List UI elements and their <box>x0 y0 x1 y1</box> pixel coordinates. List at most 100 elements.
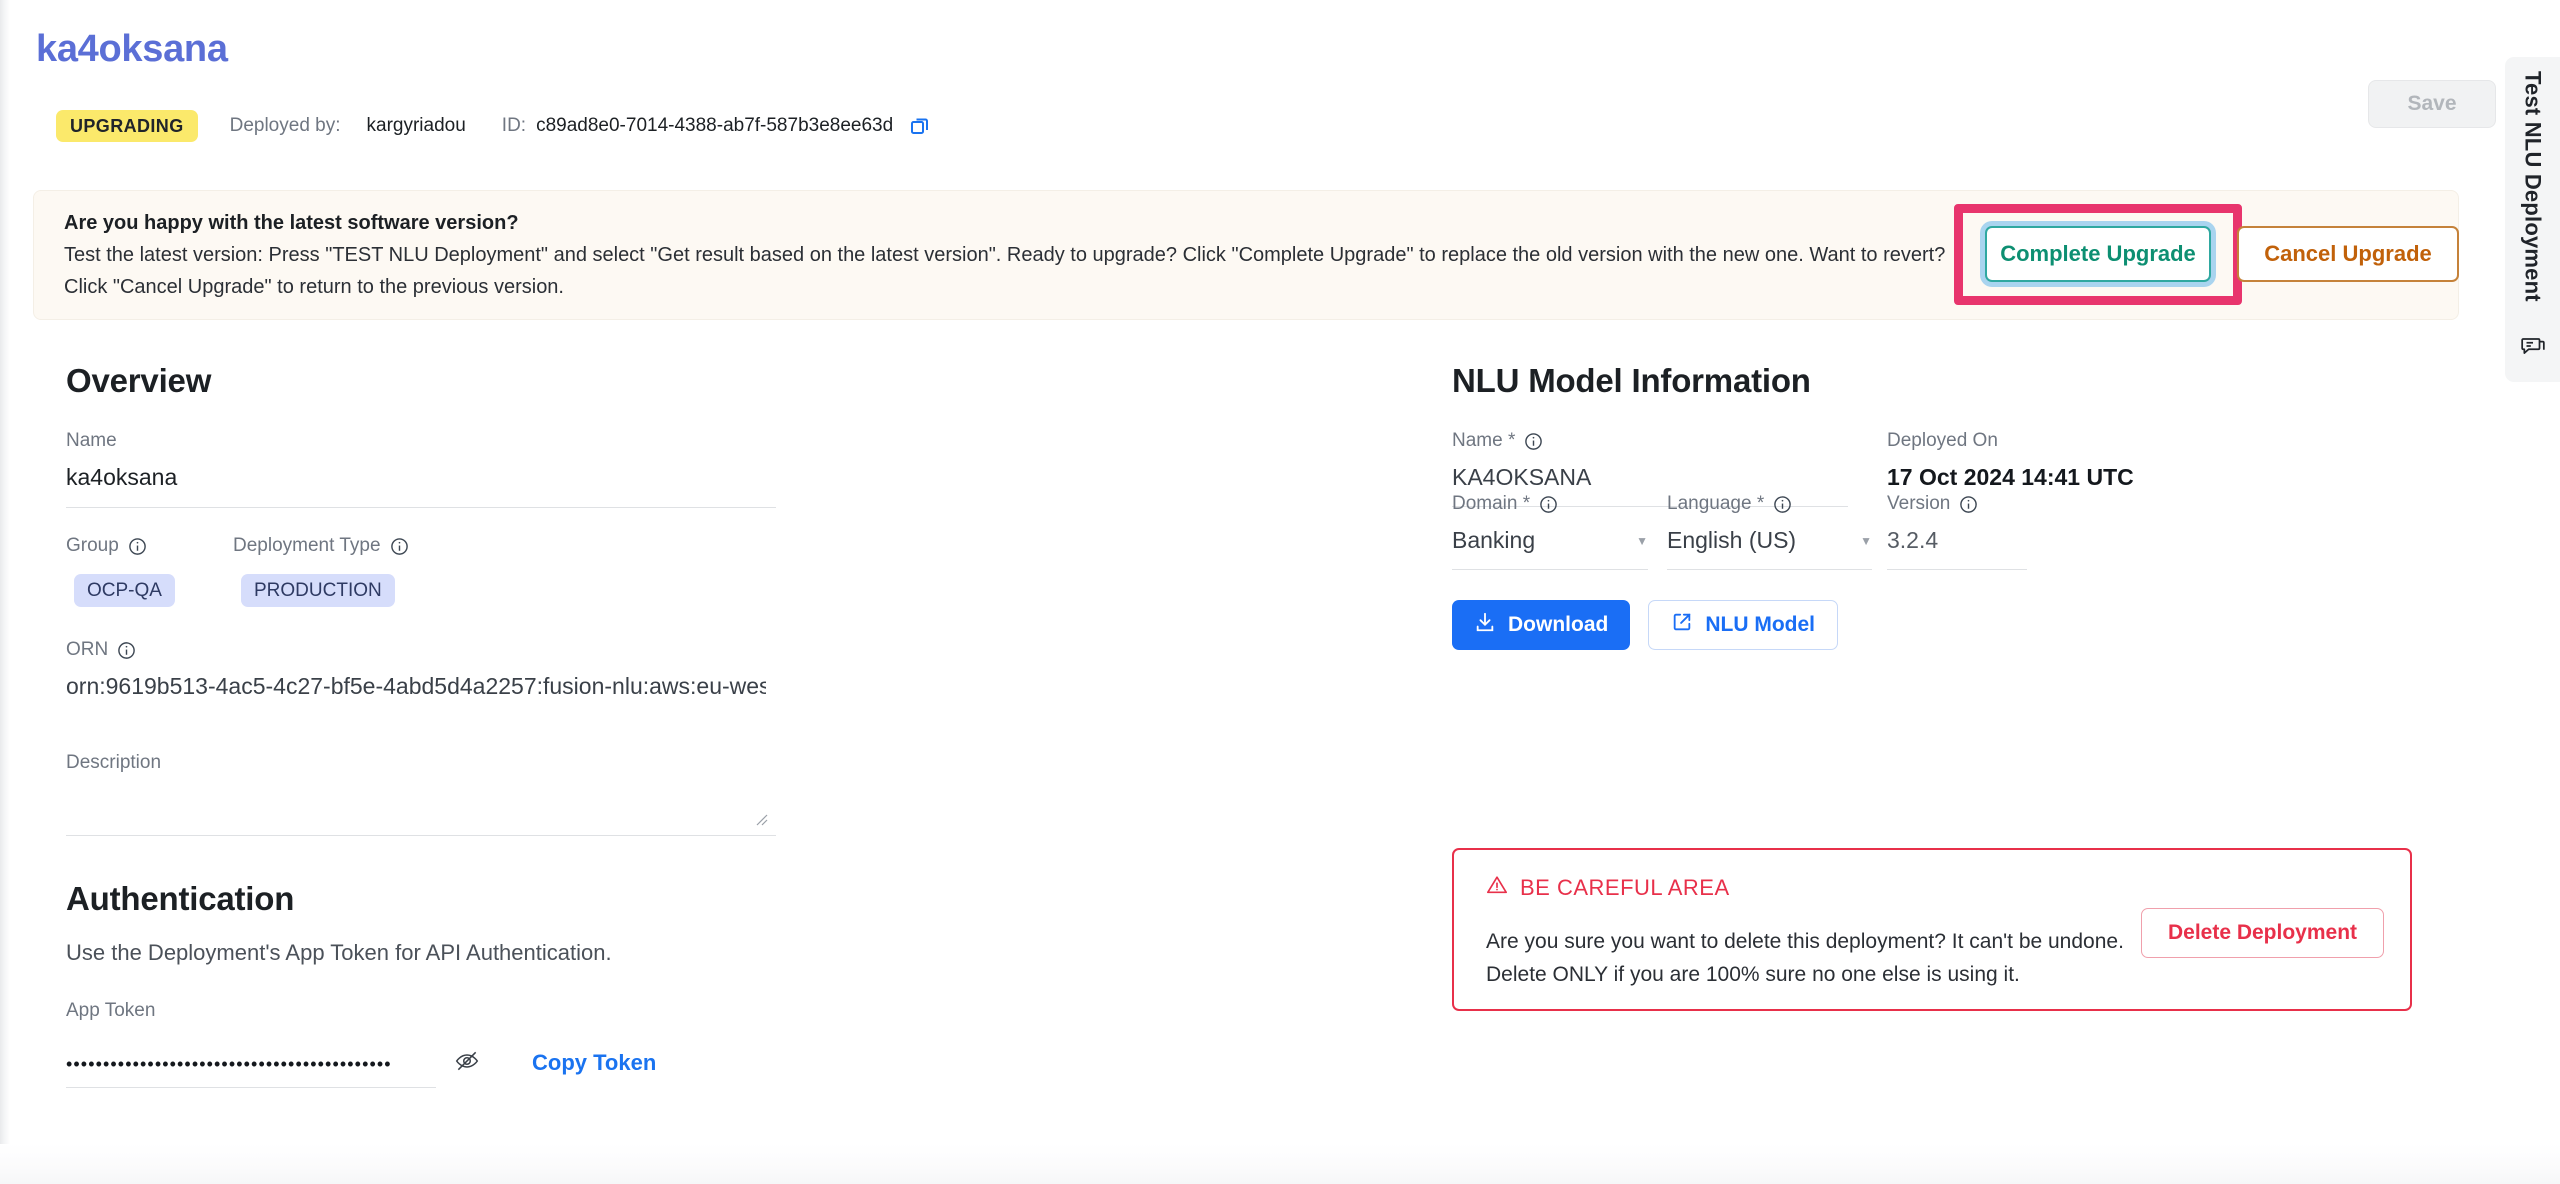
eye-off-icon[interactable] <box>454 1048 480 1074</box>
nlu-heading: NLU Model Information <box>1452 362 1811 399</box>
upgrade-banner-text: Are you happy with the latest software v… <box>64 208 1945 303</box>
deployed-on-field: Deployed On 17 Oct 2024 14:41 UTC <box>1887 430 2157 491</box>
info-icon[interactable] <box>1539 495 1558 514</box>
description-field: Description <box>66 752 776 836</box>
deployment-type-field: Deployment Type PRODUCTION <box>233 535 409 607</box>
deployed-by-label: Deployed by: <box>229 115 341 136</box>
deployed-on-value: 17 Oct 2024 14:41 UTC <box>1887 464 2134 490</box>
warning-icon <box>1486 874 1508 902</box>
info-icon[interactable] <box>390 537 409 556</box>
test-nlu-deployment-tab[interactable]: Test NLU Deployment <box>2505 57 2560 382</box>
version-label: Version <box>1887 493 2027 515</box>
download-button[interactable]: Download <box>1452 600 1631 650</box>
chat-bubble-icon <box>2520 333 2546 364</box>
language-select[interactable]: English (US) ▼ <box>1667 527 1872 570</box>
download-label: Download <box>1508 613 1609 636</box>
name-label: Name <box>66 430 776 452</box>
danger-zone-text: Are you sure you want to delete this dep… <box>1486 930 2124 986</box>
orn-label-text: ORN <box>66 639 109 660</box>
authentication-subtitle: Use the Deployment's App Token for API A… <box>66 940 612 965</box>
group-chip: OCP-QA <box>74 574 175 607</box>
version-label-text: Version <box>1887 493 1951 514</box>
app-token-field: App Token ••••••••••••••••••••••••••••••… <box>66 1000 776 1088</box>
deployment-meta-row: UPGRADING Deployed by: kargyriadou ID: c… <box>56 110 933 142</box>
deployment-type-label-text: Deployment Type <box>233 535 381 556</box>
orn-value[interactable]: orn:9619b513-4ac5-4c27-bf5e-4abd5d4a2257… <box>66 673 766 700</box>
page-title: ka4oksana <box>36 28 228 70</box>
group-label-text: Group <box>66 535 119 556</box>
chevron-down-icon: ▼ <box>1860 533 1872 548</box>
deployment-type-chip: PRODUCTION <box>241 574 395 607</box>
resize-grip-icon[interactable] <box>752 810 768 831</box>
domain-field: Domain * Banking ▼ <box>1452 493 1648 570</box>
nlu-model-section: NLU Model Information Name * KA4OKSANA D… <box>1452 362 2452 660</box>
name-field: Name ka4oksana <box>66 430 776 508</box>
name-label-text: Name <box>66 430 117 451</box>
app-token-row: ••••••••••••••••••••••••••••••••••••••••… <box>66 1048 776 1088</box>
authentication-section: Authentication Use the Deployment's App … <box>66 880 776 1088</box>
group-field: Group OCP-QA <box>66 535 175 607</box>
external-link-icon <box>1671 611 1693 639</box>
upgrade-banner-heading: Are you happy with the latest software v… <box>64 212 519 234</box>
upgrade-banner-footer: Click "Cancel Upgrade" to return to the … <box>64 276 564 298</box>
name-value[interactable]: ka4oksana <box>66 464 776 508</box>
overview-section: Overview Name ka4oksana Group OCP-QA Dep… <box>66 362 776 1088</box>
authentication-heading: Authentication <box>66 880 295 917</box>
domain-label-text: Domain * <box>1452 493 1531 514</box>
version-value-wrap: 3.2.4 <box>1887 527 2027 570</box>
deployed-on-label: Deployed On <box>1887 430 1998 451</box>
deployment-id-value: c89ad8e0-7014-4388-ab7f-587b3e8ee63d <box>536 115 894 136</box>
language-label-text: Language * <box>1667 493 1765 514</box>
info-icon[interactable] <box>1959 495 1978 514</box>
upgrade-banner-body: Test the latest version: Press "TEST NLU… <box>64 244 1946 266</box>
domain-label: Domain * <box>1452 493 1648 515</box>
nlu-model-label: NLU Model <box>1705 613 1815 636</box>
language-value: English (US) <box>1667 527 1797 553</box>
app-token-label: App Token <box>66 1000 156 1021</box>
info-icon[interactable] <box>128 537 147 556</box>
version-field: Version 3.2.4 <box>1887 493 2027 570</box>
orn-field: ORN orn:9619b513-4ac5-4c27-bf5e-4abd5d4a… <box>66 639 776 700</box>
nlu-name-label-text: Name * <box>1452 430 1516 451</box>
description-textarea[interactable] <box>66 784 776 836</box>
test-nlu-deployment-label: Test NLU Deployment <box>2520 71 2546 302</box>
nlu-name-label: Name * <box>1452 430 1848 452</box>
language-field: Language * English (US) ▼ <box>1667 493 1872 570</box>
status-badge: UPGRADING <box>56 110 198 142</box>
danger-zone-title: BE CAREFUL AREA <box>1486 874 1730 902</box>
copy-token-button[interactable]: Copy Token <box>532 1050 656 1076</box>
chevron-down-icon: ▼ <box>1636 533 1648 548</box>
complete-upgrade-highlight <box>1954 204 2242 305</box>
domain-value: Banking <box>1452 527 1536 553</box>
nlu-actions-row: Download NLU Model <box>1452 600 1838 650</box>
deployment-detail-page: ka4oksana UPGRADING Deployed by: kargyri… <box>0 0 2560 1184</box>
danger-zone-title-text: BE CAREFUL AREA <box>1520 875 1730 900</box>
cancel-upgrade-button[interactable]: Cancel Upgrade <box>2237 226 2459 282</box>
overview-heading: Overview <box>66 362 212 399</box>
danger-zone-panel: BE CAREFUL AREA Are you sure you want to… <box>1452 848 2412 1011</box>
description-label: Description <box>66 752 776 774</box>
deployment-type-label: Deployment Type <box>233 535 409 557</box>
version-value: 3.2.4 <box>1887 527 1939 553</box>
description-label-text: Description <box>66 752 162 773</box>
save-button[interactable]: Save <box>2368 80 2496 128</box>
app-token-input[interactable]: ••••••••••••••••••••••••••••••••••••••••… <box>66 1055 436 1088</box>
language-label: Language * <box>1667 493 1872 515</box>
info-icon[interactable] <box>117 641 136 660</box>
copy-icon[interactable] <box>909 114 933 138</box>
app-token-masked-value: ••••••••••••••••••••••••••••••••••••••••… <box>66 1054 392 1074</box>
nlu-model-button[interactable]: NLU Model <box>1648 600 1838 650</box>
info-icon[interactable] <box>1773 495 1792 514</box>
domain-select[interactable]: Banking ▼ <box>1452 527 1648 570</box>
info-icon[interactable] <box>1524 432 1543 451</box>
delete-deployment-button[interactable]: Delete Deployment <box>2141 908 2384 958</box>
group-label: Group <box>66 535 175 557</box>
nlu-fields-grid: Name * KA4OKSANA Deployed On 17 Oct 2024… <box>1452 430 2452 660</box>
group-and-type-row: Group OCP-QA Deployment Type PRODUCTION <box>66 535 776 617</box>
download-icon <box>1474 611 1496 639</box>
deployed-by-value: kargyriadou <box>366 115 466 136</box>
orn-label: ORN <box>66 639 776 661</box>
deployment-id-label: ID: <box>501 115 527 136</box>
app-shell-left-edge <box>0 0 10 1184</box>
app-shell-bottom-edge <box>0 1144 2560 1184</box>
